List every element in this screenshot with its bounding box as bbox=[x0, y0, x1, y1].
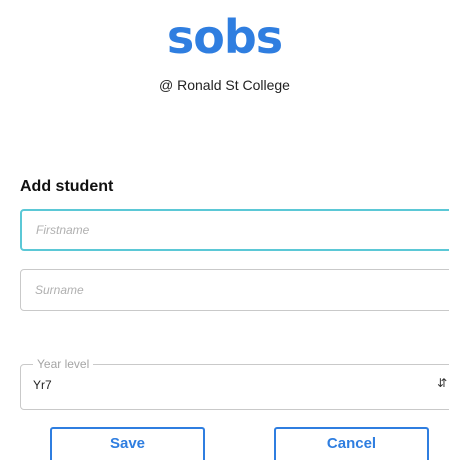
sobs-logo: sobs bbox=[166, 10, 283, 64]
surname-input[interactable] bbox=[21, 270, 449, 310]
form-title: Add student bbox=[20, 178, 114, 195]
up-down-arrows-icon: ⇵ bbox=[436, 376, 447, 390]
cancel-button[interactable]: Cancel bbox=[274, 427, 429, 460]
school-name: @ Ronald St College bbox=[159, 77, 290, 93]
year-level-label: Year level bbox=[33, 357, 94, 371]
firstname-field[interactable] bbox=[20, 209, 449, 251]
year-level-select[interactable]: Year level Yr7 ⇵ bbox=[20, 357, 449, 410]
surname-field[interactable] bbox=[20, 269, 449, 311]
year-level-value: Yr7 bbox=[33, 378, 52, 392]
firstname-input[interactable] bbox=[22, 211, 449, 249]
save-button[interactable]: Save bbox=[50, 427, 205, 460]
